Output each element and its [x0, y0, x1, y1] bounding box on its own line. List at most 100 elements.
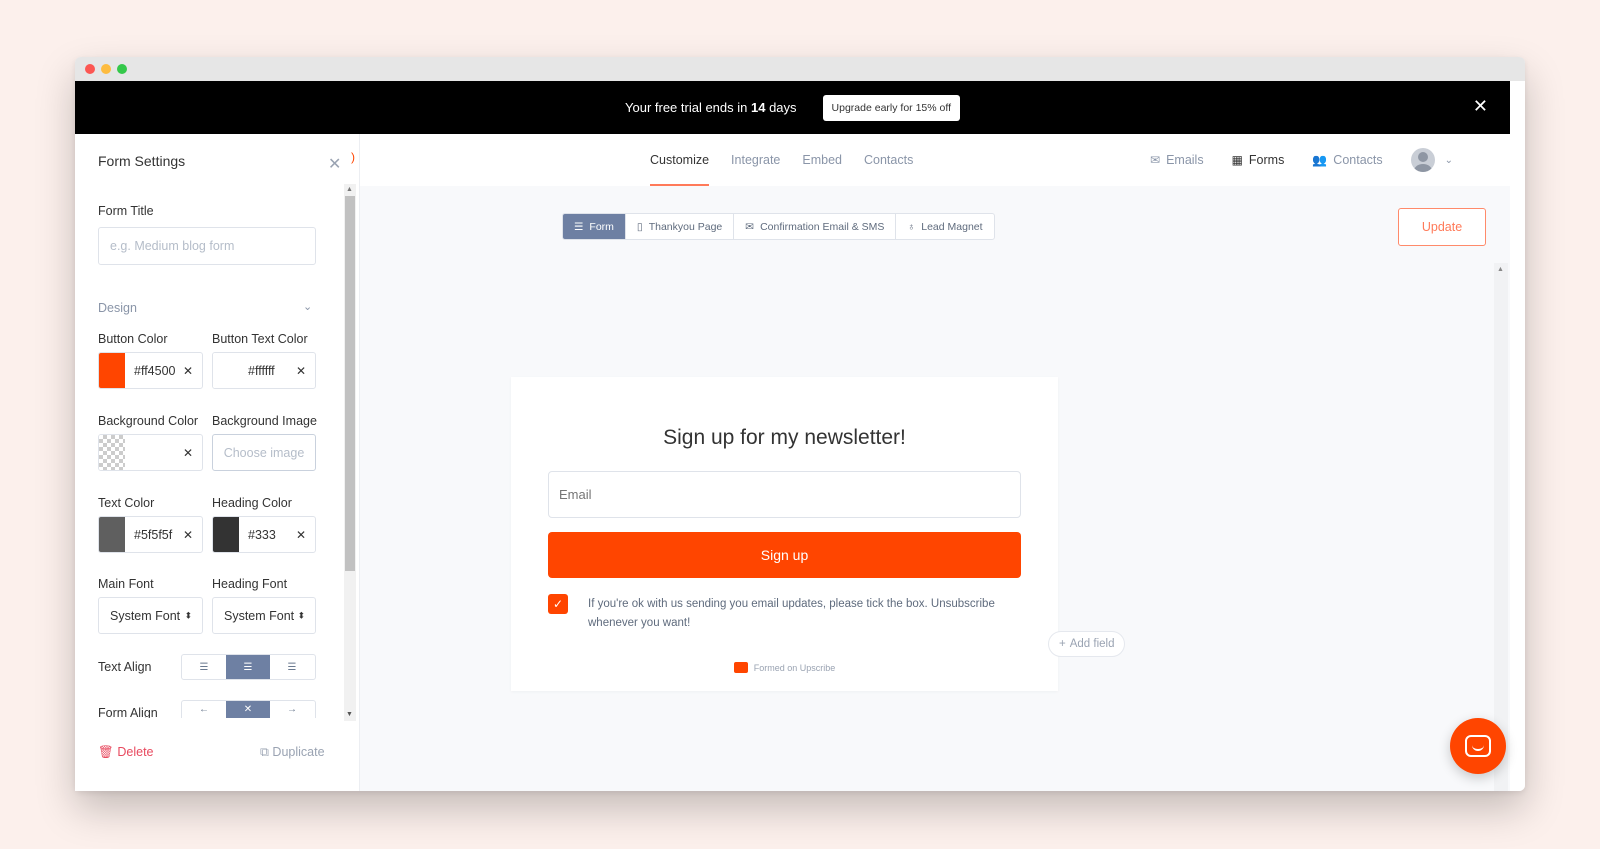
- subtab-thankyou-page[interactable]: ▯ Thankyou Page: [626, 214, 735, 239]
- avatar[interactable]: [1410, 148, 1435, 172]
- award-icon: ♁: [907, 220, 916, 233]
- update-button[interactable]: Update: [1398, 208, 1486, 246]
- close-icon[interactable]: ✕: [328, 154, 341, 174]
- background-color-field[interactable]: ✕: [98, 434, 203, 471]
- heading-color-value: #333: [248, 527, 276, 542]
- form-preview-card[interactable]: Sign up for my newsletter! Sign up ✓ If …: [511, 377, 1058, 691]
- nav-emails[interactable]: ✉ Emails: [1150, 153, 1204, 167]
- tab-customize[interactable]: Customize: [650, 134, 710, 186]
- heading-font-select[interactable]: System Font ⬍: [212, 597, 316, 634]
- align-center-icon[interactable]: ☰: [226, 655, 270, 679]
- select-arrows-icon: ⬍: [184, 610, 192, 620]
- main-font-select[interactable]: System Font ⬍: [98, 597, 203, 634]
- center-x-icon[interactable]: ✕: [226, 701, 270, 718]
- grid-icon: ▦: [1231, 153, 1243, 167]
- sidebar-scroll-thumb[interactable]: [345, 196, 355, 571]
- top-nav: Customize Integrate Embed Contacts ✉ Emai…: [360, 134, 1510, 186]
- trial-text: Your free trial ends in 14 days: [625, 100, 797, 115]
- form-subtabs: ☰ Form ▯ Thankyou Page ✉ Confirmation Email…: [562, 213, 995, 240]
- window-titlebar: [75, 57, 1525, 81]
- form-title-label: Form Title: [98, 204, 154, 218]
- heading-font-label: Heading Font: [212, 577, 288, 591]
- heading-color-field[interactable]: #333 ✕: [212, 516, 316, 553]
- subtab-confirmation-email[interactable]: ✉ Confirmation Email & SMS: [734, 214, 897, 239]
- subtab-lead-magnet[interactable]: ♁ Lead Magnet: [896, 214, 993, 239]
- chevron-down-icon[interactable]: ⌄: [303, 300, 312, 313]
- partial-logo-icon: ): [351, 150, 355, 164]
- consent-checkbox[interactable]: ✓: [548, 594, 568, 614]
- nav-contacts[interactable]: 👥 Contacts: [1312, 153, 1382, 167]
- clear-icon[interactable]: ✕: [183, 528, 193, 542]
- nav-tabs: Customize Integrate Embed Contacts: [650, 134, 913, 186]
- plus-icon: +: [1059, 638, 1066, 650]
- email-input[interactable]: [548, 471, 1021, 518]
- nav-forms[interactable]: ▦ Forms: [1232, 153, 1285, 167]
- page-icon: ▯: [636, 220, 643, 233]
- trial-banner: Your free trial ends in 14 days Upgrade …: [75, 81, 1510, 134]
- close-icon[interactable]: ✕: [1473, 97, 1488, 115]
- form-heading[interactable]: Sign up for my newsletter!: [511, 426, 1058, 450]
- button-text-color-value: #ffffff: [248, 363, 275, 378]
- choose-image-label: Choose image: [223, 445, 305, 460]
- close-window-dot[interactable]: [85, 64, 95, 74]
- branding-line[interactable]: Formed on Upscribe: [511, 662, 1058, 673]
- subtab-form[interactable]: ☰ Form: [563, 214, 626, 239]
- button-color-swatch[interactable]: [99, 353, 125, 388]
- form-settings-sidebar: Form Settings ✕ Form Title e.g. Medium b…: [75, 134, 360, 791]
- align-right-icon[interactable]: ☰: [270, 655, 314, 679]
- duplicate-button[interactable]: ⧉ Duplicate: [260, 745, 325, 760]
- chat-button[interactable]: [1450, 718, 1506, 774]
- text-align-control[interactable]: ☰ ☰ ☰: [181, 654, 316, 680]
- scroll-up-icon[interactable]: ▲: [1497, 266, 1504, 273]
- scroll-down-icon[interactable]: ▼: [346, 711, 353, 718]
- window-gutter: [1510, 81, 1525, 791]
- branding-text: Formed on Upscribe: [753, 662, 836, 673]
- button-text-color-label: Button Text Color: [212, 332, 308, 346]
- tab-integrate[interactable]: Integrate: [731, 134, 780, 186]
- background-image-label: Background Image: [212, 414, 317, 428]
- arrow-left-icon[interactable]: ←: [182, 701, 226, 718]
- scroll-up-icon[interactable]: ▲: [346, 186, 353, 193]
- text-align-label: Text Align: [98, 660, 152, 674]
- chevron-down-icon[interactable]: ⌄: [1445, 155, 1453, 166]
- consent-text: If you're ok with us sending you email u…: [588, 598, 995, 629]
- choose-image-button[interactable]: Choose image: [212, 434, 316, 471]
- form-title-placeholder: e.g. Medium blog form: [110, 239, 235, 253]
- text-color-swatch[interactable]: [99, 517, 125, 552]
- sidebar-title: Form Settings: [98, 153, 186, 169]
- trash-icon: 🗑: [98, 745, 114, 759]
- transparent-swatch[interactable]: [99, 435, 125, 470]
- canvas-scrollbar[interactable]: [1494, 263, 1508, 791]
- delete-button[interactable]: 🗑 Delete: [98, 745, 154, 760]
- users-icon: 👥: [1312, 153, 1328, 167]
- button-text-color-field[interactable]: #ffffff ✕: [212, 352, 316, 389]
- clear-icon[interactable]: ✕: [183, 364, 193, 378]
- maximize-window-dot[interactable]: [117, 64, 127, 74]
- clear-icon[interactable]: ✕: [296, 364, 306, 378]
- clear-icon[interactable]: ✕: [296, 528, 306, 542]
- button-text-color-swatch[interactable]: [213, 353, 239, 388]
- clear-icon[interactable]: ✕: [183, 446, 193, 460]
- button-color-field[interactable]: #ff4500 ✕: [98, 352, 203, 389]
- arrow-right-icon[interactable]: →: [270, 701, 314, 718]
- form-align-label: Form Align: [98, 706, 158, 718]
- minimize-window-dot[interactable]: [101, 64, 111, 74]
- chat-icon: [1465, 735, 1491, 757]
- form-align-control[interactable]: ← ✕ →: [181, 700, 316, 718]
- nav-right: ✉ Emails ▦ Forms 👥 Contacts ⌄: [1150, 134, 1453, 186]
- form-title-input[interactable]: e.g. Medium blog form: [98, 227, 316, 265]
- button-color-label: Button Color: [98, 332, 168, 346]
- align-left-icon[interactable]: ☰: [182, 655, 226, 679]
- sidebar-footer: 🗑 Delete ⧉ Duplicate: [75, 721, 360, 791]
- upgrade-button[interactable]: Upgrade early for 15% off: [822, 94, 960, 121]
- tab-embed[interactable]: Embed: [802, 134, 842, 186]
- main-font-value: System Font: [110, 608, 181, 623]
- signup-button[interactable]: Sign up: [548, 532, 1021, 578]
- text-color-field[interactable]: #5f5f5f ✕: [98, 516, 203, 553]
- design-section-label[interactable]: Design: [98, 301, 137, 315]
- tab-contacts[interactable]: Contacts: [864, 134, 913, 186]
- heading-color-swatch[interactable]: [213, 517, 239, 552]
- text-color-value: #5f5f5f: [134, 527, 173, 542]
- add-field-button[interactable]: + Add field: [1048, 631, 1126, 657]
- copy-icon: ⧉: [260, 745, 269, 759]
